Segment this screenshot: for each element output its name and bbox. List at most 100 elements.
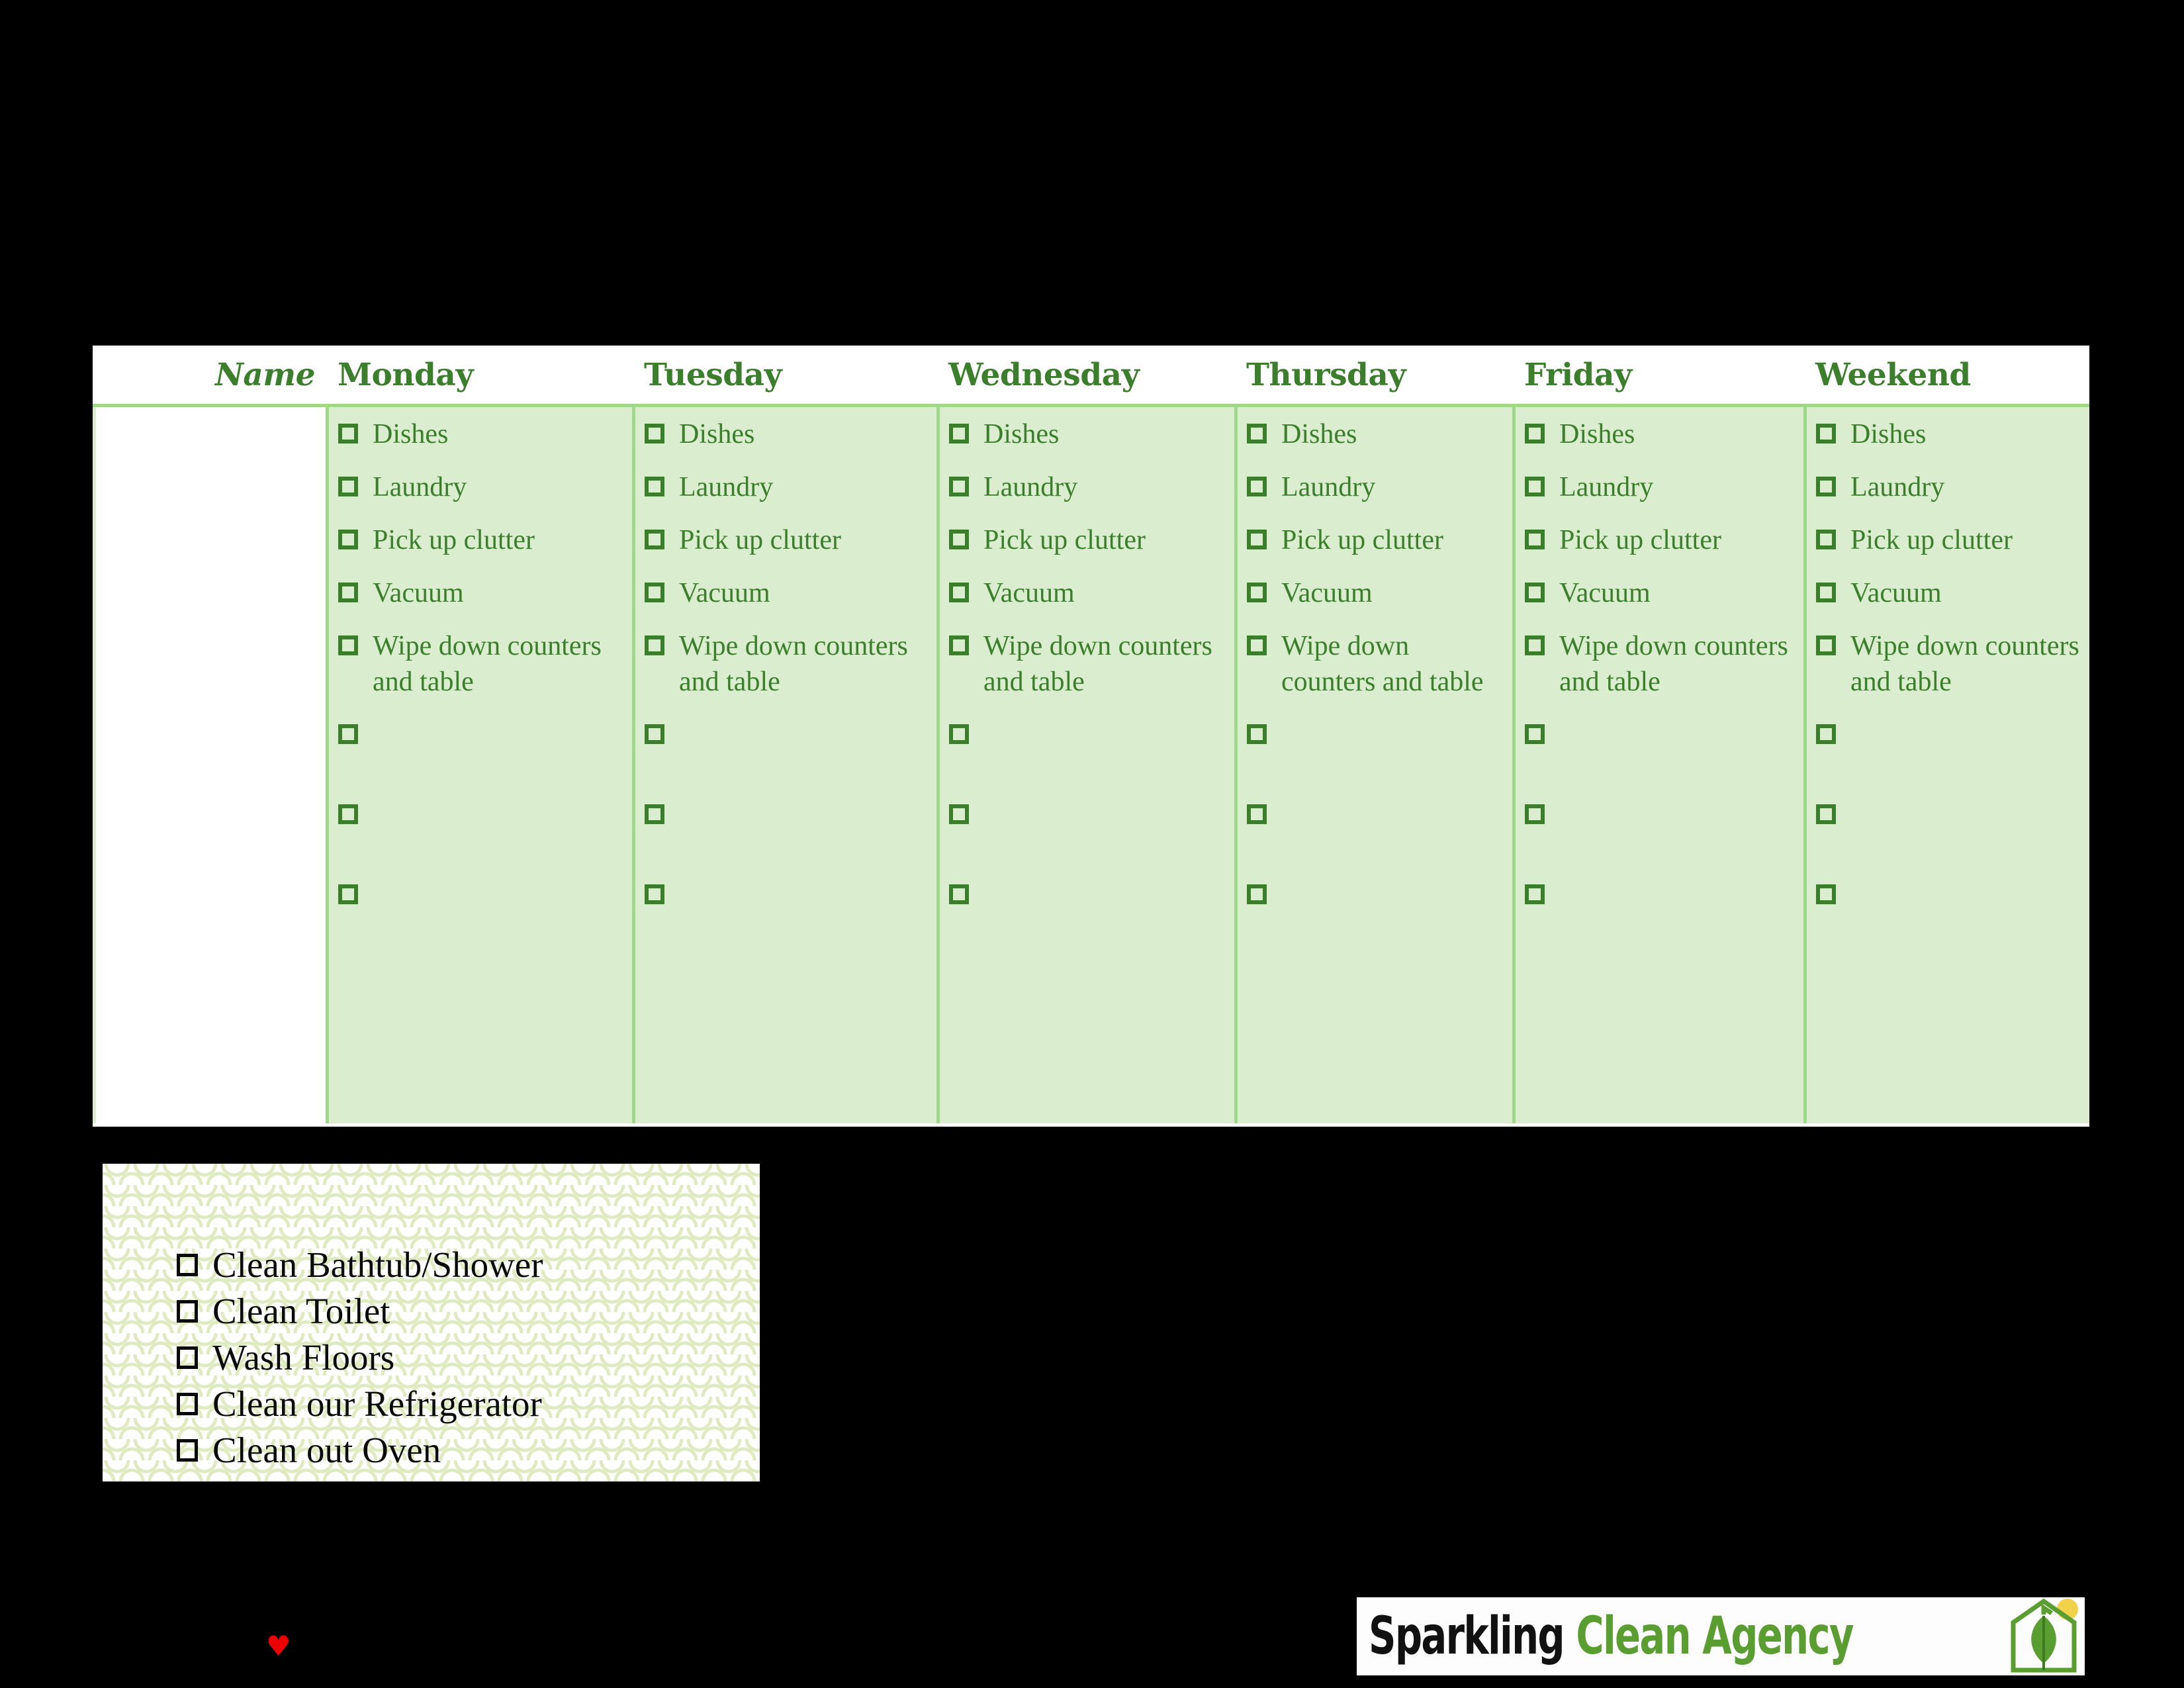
checkbox-icon[interactable] <box>177 1393 198 1415</box>
checkbox-icon[interactable] <box>177 1254 198 1276</box>
task-row[interactable]: Wipe down counters and table <box>338 628 624 700</box>
checkbox-icon[interactable] <box>1247 583 1267 602</box>
checkbox-icon[interactable] <box>1525 424 1545 444</box>
checkbox-icon[interactable] <box>1816 884 1836 904</box>
task-row[interactable]: Dishes <box>645 416 929 452</box>
checkbox-icon[interactable] <box>338 530 358 549</box>
task-row-blank[interactable] <box>1247 877 1504 904</box>
task-row[interactable]: Vacuum <box>1525 575 1796 611</box>
checkbox-icon[interactable] <box>338 583 358 602</box>
task-row-blank[interactable] <box>949 717 1226 744</box>
task-row[interactable]: Dishes <box>1525 416 1796 452</box>
task-row[interactable]: Vacuum <box>1816 575 2081 611</box>
task-row[interactable]: Pick up clutter <box>338 522 624 558</box>
checkbox-icon[interactable] <box>177 1346 198 1369</box>
task-row[interactable]: Pick up clutter <box>645 522 929 558</box>
task-row[interactable]: Laundry <box>949 469 1226 505</box>
checkbox-icon[interactable] <box>949 635 969 655</box>
checkbox-icon[interactable] <box>1525 804 1545 824</box>
task-row[interactable]: Wipe down counters and table <box>1816 628 2081 700</box>
checkbox-icon[interactable] <box>949 804 969 824</box>
task-row-blank[interactable] <box>1816 717 2081 744</box>
checkbox-icon[interactable] <box>645 424 664 444</box>
task-row[interactable]: Pick up clutter <box>1525 522 1796 558</box>
checkbox-icon[interactable] <box>949 583 969 602</box>
checkbox-icon[interactable] <box>1525 477 1545 496</box>
checkbox-icon[interactable] <box>1816 724 1836 744</box>
task-row[interactable]: Laundry <box>1816 469 2081 505</box>
task-row[interactable]: Pick up clutter <box>1247 522 1504 558</box>
task-row-blank[interactable] <box>1247 797 1504 824</box>
checkbox-icon[interactable] <box>1247 477 1267 496</box>
checkbox-icon[interactable] <box>645 724 664 744</box>
task-row[interactable]: Laundry <box>1247 469 1504 505</box>
checkbox-icon[interactable] <box>1525 530 1545 549</box>
checkbox-icon[interactable] <box>645 583 664 602</box>
task-row[interactable]: Vacuum <box>338 575 624 611</box>
task-row[interactable]: Dishes <box>949 416 1226 452</box>
checkbox-icon[interactable] <box>645 804 664 824</box>
task-row[interactable]: Vacuum <box>1247 575 1504 611</box>
checkbox-icon[interactable] <box>177 1439 198 1462</box>
task-row[interactable]: Dishes <box>1816 416 2081 452</box>
list-item[interactable]: Clean Bathtub/Shower <box>177 1242 760 1288</box>
checkbox-icon[interactable] <box>177 1300 198 1323</box>
task-row-blank[interactable] <box>949 877 1226 904</box>
task-row-blank[interactable] <box>645 797 929 824</box>
checkbox-icon[interactable] <box>1247 635 1267 655</box>
checkbox-icon[interactable] <box>1816 583 1836 602</box>
checkbox-icon[interactable] <box>1816 804 1836 824</box>
checkbox-icon[interactable] <box>949 884 969 904</box>
task-row-blank[interactable] <box>1525 797 1796 824</box>
checkbox-icon[interactable] <box>949 724 969 744</box>
task-row[interactable]: Dishes <box>338 416 624 452</box>
task-row[interactable]: Laundry <box>645 469 929 505</box>
checkbox-icon[interactable] <box>645 477 664 496</box>
checkbox-icon[interactable] <box>1247 724 1267 744</box>
task-row[interactable]: Laundry <box>1525 469 1796 505</box>
task-row[interactable]: Pick up clutter <box>949 522 1226 558</box>
checkbox-icon[interactable] <box>1247 424 1267 444</box>
task-row-blank[interactable] <box>338 877 624 904</box>
checkbox-icon[interactable] <box>338 724 358 744</box>
checkbox-icon[interactable] <box>338 884 358 904</box>
checkbox-icon[interactable] <box>645 635 664 655</box>
checkbox-icon[interactable] <box>645 884 664 904</box>
checkbox-icon[interactable] <box>1525 884 1545 904</box>
task-row[interactable]: Vacuum <box>645 575 929 611</box>
checkbox-icon[interactable] <box>1247 884 1267 904</box>
task-row-blank[interactable] <box>949 797 1226 824</box>
checkbox-icon[interactable] <box>645 530 664 549</box>
checkbox-icon[interactable] <box>338 477 358 496</box>
task-row-blank[interactable] <box>338 717 624 744</box>
list-item[interactable]: Clean out Oven <box>177 1427 760 1474</box>
task-row[interactable]: Dishes <box>1247 416 1504 452</box>
task-row[interactable]: Wipe down counters and table <box>645 628 929 700</box>
task-row-blank[interactable] <box>1816 877 2081 904</box>
task-row[interactable]: Pick up clutter <box>1816 522 2081 558</box>
checkbox-icon[interactable] <box>338 635 358 655</box>
task-row[interactable]: Wipe down counters and table <box>1247 628 1504 700</box>
checkbox-icon[interactable] <box>949 477 969 496</box>
task-row-blank[interactable] <box>1816 797 2081 824</box>
checkbox-icon[interactable] <box>1816 424 1836 444</box>
task-row-blank[interactable] <box>338 797 624 824</box>
checkbox-icon[interactable] <box>1247 804 1267 824</box>
name-entry-cell[interactable] <box>93 407 326 1123</box>
task-row-blank[interactable] <box>1525 877 1796 904</box>
task-row-blank[interactable] <box>645 877 929 904</box>
checkbox-icon[interactable] <box>338 804 358 824</box>
task-row[interactable]: Vacuum <box>949 575 1226 611</box>
checkbox-icon[interactable] <box>1816 530 1836 549</box>
checkbox-icon[interactable] <box>949 530 969 549</box>
checkbox-icon[interactable] <box>1525 724 1545 744</box>
task-row[interactable]: Wipe down counters and table <box>949 628 1226 700</box>
checkbox-icon[interactable] <box>1816 635 1836 655</box>
checkbox-icon[interactable] <box>338 424 358 444</box>
task-row[interactable]: Wipe down counters and table <box>1525 628 1796 700</box>
list-item[interactable]: Clean Toilet <box>177 1288 760 1335</box>
checkbox-icon[interactable] <box>1525 583 1545 602</box>
checkbox-icon[interactable] <box>1247 530 1267 549</box>
checkbox-icon[interactable] <box>949 424 969 444</box>
checkbox-icon[interactable] <box>1816 477 1836 496</box>
